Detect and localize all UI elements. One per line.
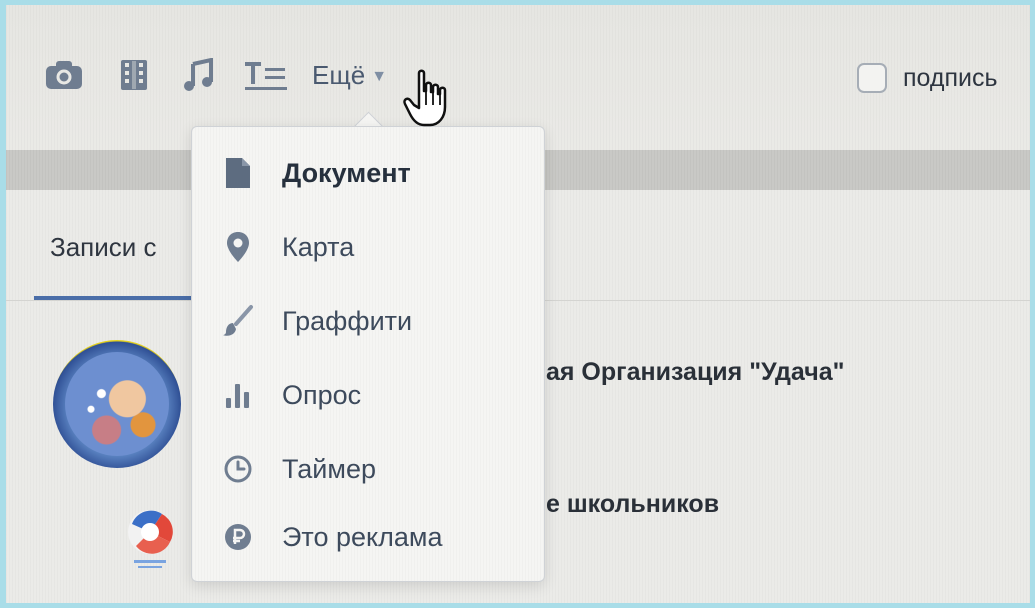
signature-label: подпись [903,63,998,92]
more-dropdown-menu: Документ Карта Граффити Опрос Таймер Это… [191,126,545,582]
chevron-down-icon: ▼ [371,68,388,85]
poll-icon [218,380,258,410]
more-label: Ещё [312,59,366,90]
avatar[interactable] [53,340,181,468]
screen: Ещё ▼ подпись Записи с ая Организация "У… [6,5,1030,603]
menu-item-timer[interactable]: Таймер [192,436,544,502]
signature-toggle[interactable]: подпись [857,63,998,93]
menu-item-map[interactable]: Карта [192,214,544,280]
avatar[interactable] [122,502,178,574]
text-format-icon[interactable] [242,58,294,92]
video-icon[interactable] [114,58,154,92]
menu-item-poll[interactable]: Опрос [192,362,544,428]
menu-item-label: Таймер [282,453,376,484]
post-title[interactable]: е школьников [546,490,719,519]
more-button[interactable]: Ещё ▼ [312,57,387,93]
post-title[interactable]: ая Организация "Удача" [546,358,844,387]
ruble-icon [218,522,258,552]
menu-item-label: Документ [282,157,411,188]
music-icon[interactable] [178,58,218,92]
menu-item-label: Граффити [282,305,413,336]
brush-icon [218,304,258,338]
menu-item-label: Карта [282,231,355,262]
composer-toolbar: Ещё ▼ подпись [6,5,1030,145]
tab-posts[interactable]: Записи с [50,232,157,263]
document-icon [218,156,258,190]
menu-item-label: Это реклама [282,521,443,552]
clock-icon [218,454,258,484]
signature-checkbox[interactable] [857,63,887,93]
menu-item-advertisement[interactable]: Это реклама [192,504,544,570]
menu-item-graffiti[interactable]: Граффити [192,288,544,354]
map-pin-icon [218,230,258,264]
menu-item-document[interactable]: Документ [192,140,544,206]
menu-item-label: Опрос [282,379,362,410]
camera-icon[interactable] [42,58,86,92]
